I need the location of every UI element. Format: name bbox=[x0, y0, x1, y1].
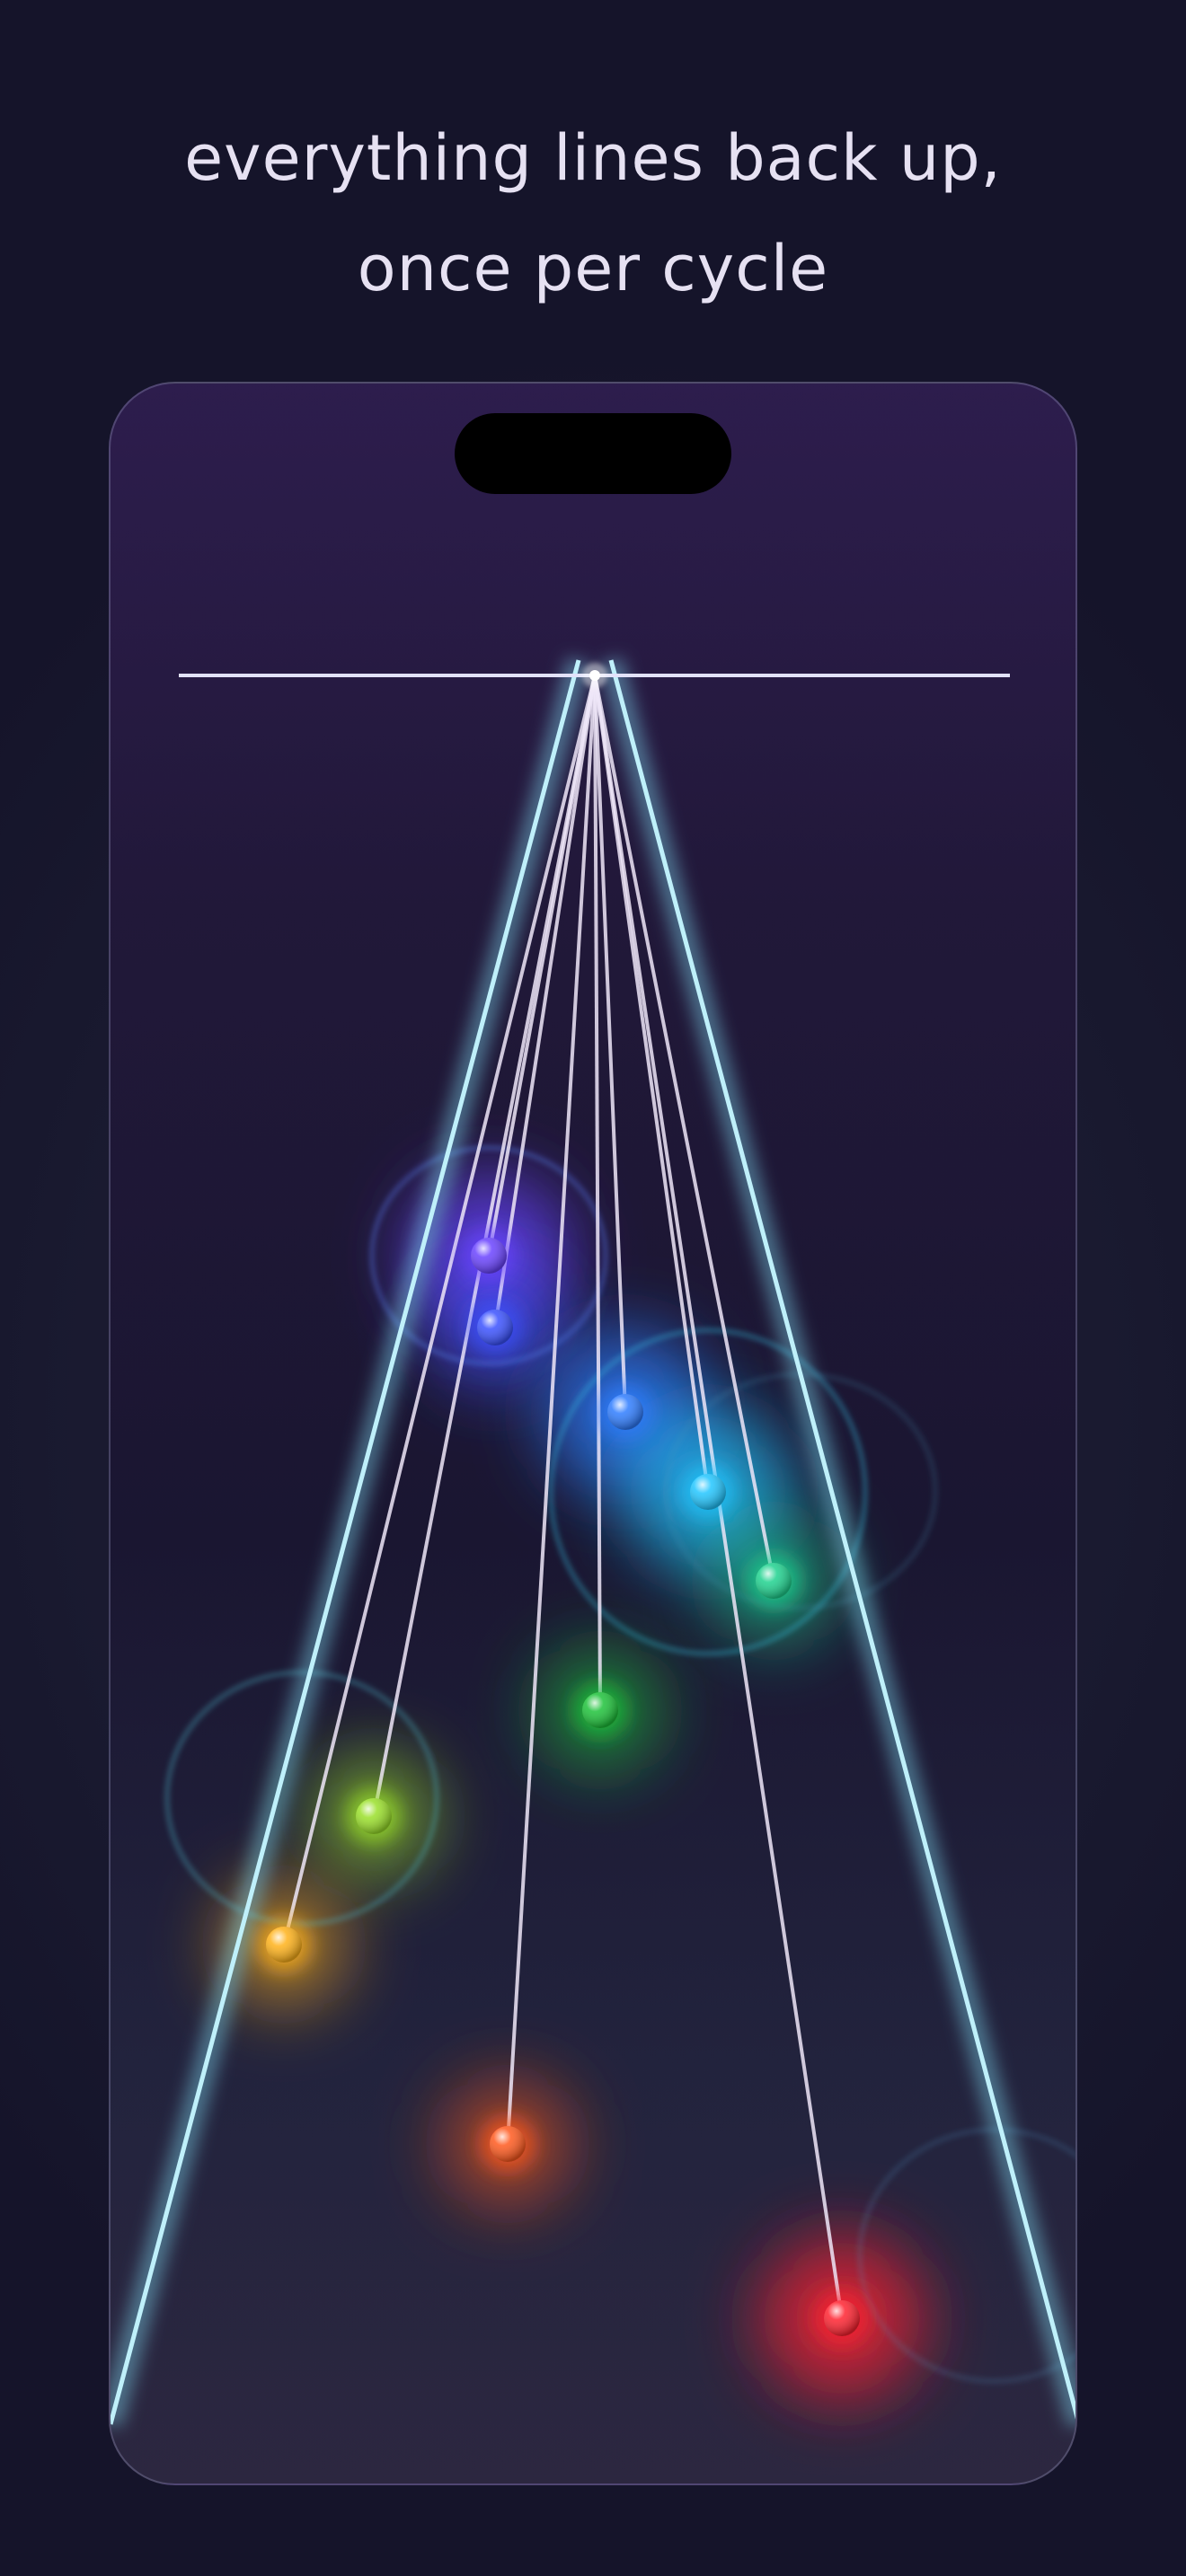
blue-bob[interactable] bbox=[598, 1385, 652, 1439]
violet-bob[interactable] bbox=[462, 1229, 516, 1283]
red-bob[interactable] bbox=[815, 2291, 869, 2345]
indigo-bob[interactable] bbox=[468, 1301, 522, 1354]
lime-bob[interactable] bbox=[347, 1789, 401, 1843]
green-bob[interactable] bbox=[573, 1683, 627, 1737]
pendulum-scene bbox=[111, 657, 1075, 2428]
phone-frame bbox=[109, 382, 1077, 2485]
teal-bob[interactable] bbox=[747, 1554, 801, 1608]
glow-halos bbox=[221, 1175, 923, 2399]
cyan-bob[interactable] bbox=[681, 1465, 735, 1519]
dynamic-island bbox=[455, 413, 731, 494]
headline-line-1: everything lines back up, bbox=[184, 121, 1002, 195]
amber-bob[interactable] bbox=[257, 1918, 311, 1972]
pivot-point bbox=[582, 663, 607, 688]
green-string bbox=[593, 675, 602, 1711]
headline-line-2: once per cycle bbox=[357, 232, 829, 305]
orange-bob[interactable] bbox=[481, 2117, 535, 2171]
